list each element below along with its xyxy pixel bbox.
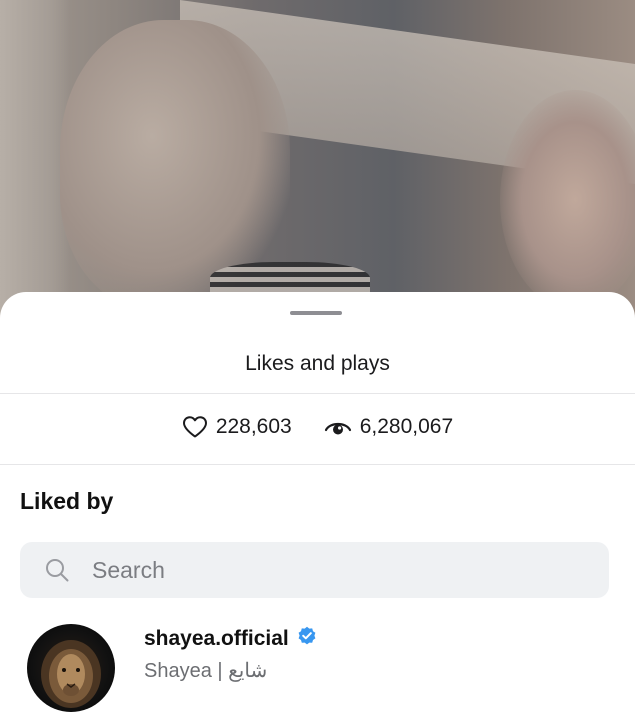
eye-icon (324, 416, 352, 438)
search-input[interactable] (92, 556, 542, 584)
likes-count-value: 228,603 (215, 415, 292, 438)
liked-by-heading: Liked by (20, 488, 114, 514)
likes-and-plays-sheet: Likes and plays 228,603 6,280,067 Liked … (0, 292, 635, 720)
verified-badge-icon (297, 626, 317, 651)
user-full-name: Shayea | شایع (144, 660, 268, 682)
lion-avatar-image (41, 640, 101, 708)
plays-count: 6,280,067 (324, 415, 453, 439)
likes-count: 228,603 (182, 415, 292, 439)
sheet-drag-handle[interactable] (290, 311, 342, 315)
username-line: shayea.official (144, 626, 317, 651)
stats-row: 228,603 6,280,067 (0, 402, 635, 452)
heart-outline-icon (182, 415, 208, 439)
user-list-item[interactable]: shayea.official Shayea | شایع (27, 624, 607, 714)
divider (0, 393, 635, 394)
avatar[interactable] (27, 624, 115, 712)
username[interactable]: shayea.official (144, 627, 289, 651)
divider (0, 464, 635, 465)
search-bar[interactable] (20, 542, 609, 598)
search-icon (44, 557, 70, 583)
video-background (0, 0, 635, 330)
sheet-title: Likes and plays (245, 352, 390, 375)
plays-count-value: 6,280,067 (359, 415, 454, 438)
